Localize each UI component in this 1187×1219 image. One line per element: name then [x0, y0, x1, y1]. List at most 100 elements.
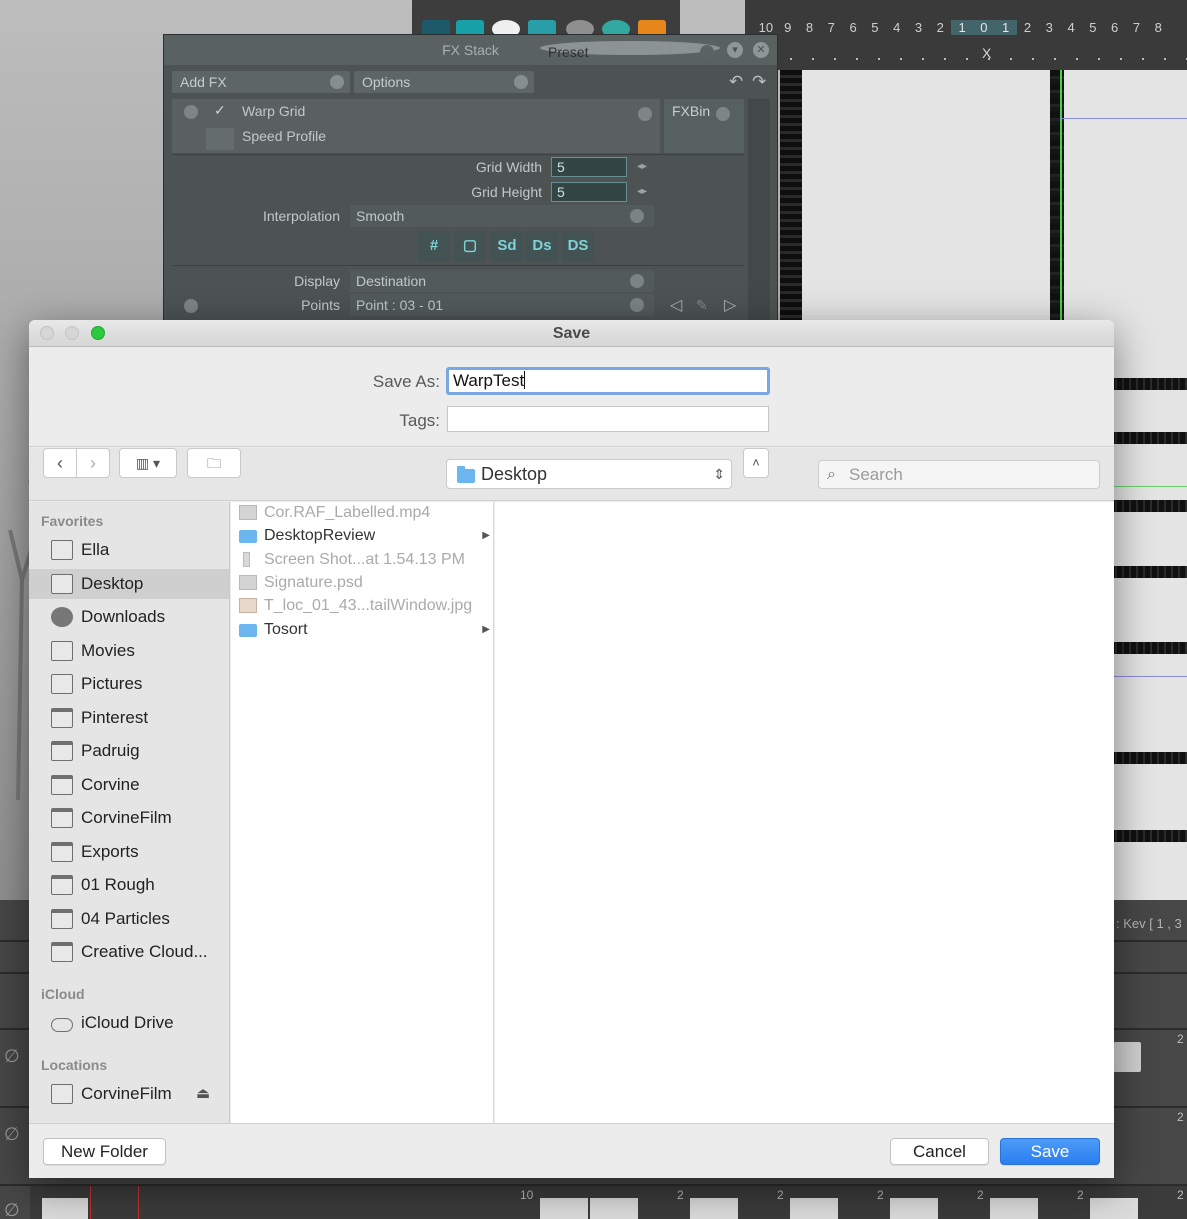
frame-cell[interactable] — [790, 1198, 838, 1219]
search-field[interactable]: ⌕ Search — [818, 460, 1100, 489]
grid-height-stepper[interactable]: ◂▸ — [637, 186, 647, 197]
sidebar-item-pinterest[interactable]: Pinterest — [29, 703, 229, 733]
frame-cell[interactable] — [42, 1198, 88, 1219]
sidebar-item-creative-cloud[interactable]: Creative Cloud... — [29, 937, 229, 967]
updown-chevron-icon: ⇕ — [713, 466, 725, 482]
frame-cell[interactable] — [890, 1198, 938, 1219]
sidebar-item-ella[interactable]: Ella — [29, 535, 229, 565]
fxbin-dropdown[interactable]: FXBin — [664, 99, 744, 153]
bounding-box-tool-icon[interactable]: ▢ — [454, 231, 486, 261]
chevron-down-icon[interactable] — [638, 107, 652, 121]
folder-item[interactable]: Tosort ▶ — [231, 618, 494, 641]
chevron-down-icon — [630, 298, 644, 312]
effect-speed-profile[interactable]: Speed Profile — [242, 128, 326, 144]
remove-point-icon[interactable] — [184, 299, 198, 313]
divider — [172, 154, 744, 155]
wrench-icon[interactable]: ✎ — [696, 297, 708, 314]
save-as-input[interactable]: WarpTest — [446, 367, 770, 395]
sidebar-item-04-particles[interactable]: 04 Particles — [29, 904, 229, 934]
fx-stack-panel: FX Stack ▾ ✕ Add FX Options Preset ↶ ↷ ✓… — [163, 34, 778, 325]
keyframe-thumbnail[interactable] — [1113, 1042, 1141, 1072]
close-icon[interactable]: ✕ — [753, 42, 769, 58]
sidebar-item-downloads[interactable]: Downloads — [29, 602, 229, 632]
options-dropdown[interactable]: Options — [354, 71, 534, 93]
new-folder-icon[interactable]: 🗀 — [187, 448, 241, 478]
effect-warp-grid[interactable]: Warp Grid — [242, 103, 305, 119]
save-button[interactable]: Save — [1000, 1138, 1100, 1165]
file-item[interactable]: Signature.psd — [231, 571, 494, 594]
eject-icon[interactable]: ⏏ — [196, 1079, 210, 1109]
save-dialog: Save Save As: WarpTest Tags: ‹ › ▥ ▾ 🗀 D… — [29, 320, 1114, 1178]
add-fx-dropdown[interactable]: Add FX — [172, 71, 350, 93]
folder-icon — [51, 741, 73, 761]
interpolation-dropdown[interactable]: Smooth — [350, 205, 654, 227]
camera-icon — [51, 674, 73, 694]
ruler-number: 8 — [1154, 20, 1162, 35]
grid-width-input[interactable]: 5 — [551, 157, 627, 177]
sidebar-item-exports[interactable]: Exports — [29, 837, 229, 867]
sidebar-item-padruig[interactable]: Padruig — [29, 736, 229, 766]
canvas-stroke — [1110, 830, 1187, 842]
view-mode-button[interactable]: ▥ ▾ — [119, 448, 177, 478]
file-name: T_loc_01_43...tailWindow.jpg — [264, 597, 473, 615]
collapse-icon[interactable]: ▾ — [727, 42, 743, 58]
dialog-footer: New Folder Cancel Save — [29, 1123, 1114, 1178]
track-visibility-icon[interactable]: ∅ — [4, 1124, 20, 1145]
sidebar-item-movies[interactable]: Movies — [29, 636, 229, 666]
frame-cell[interactable] — [1090, 1198, 1138, 1219]
checkmark-icon[interactable]: ✓ — [214, 102, 226, 119]
fxbin-label: FXBin — [672, 103, 711, 119]
redo-icon[interactable]: ↷ — [752, 72, 766, 92]
track-visibility-icon[interactable]: ∅ — [4, 1046, 20, 1067]
sidebar-item-label: Downloads — [81, 607, 166, 626]
location-popup[interactable]: Desktop ⇕ — [446, 459, 732, 489]
collapse-browser-button[interactable]: ˄ — [743, 448, 769, 478]
new-folder-button[interactable]: New Folder — [43, 1138, 166, 1165]
dialog-title: Save — [552, 325, 591, 342]
file-name: Tosort — [264, 620, 308, 638]
sidebar-item-desktop[interactable]: Desktop — [29, 568, 229, 599]
sidebar-item-label: Pictures — [81, 674, 143, 693]
tags-input[interactable] — [447, 406, 769, 432]
playhead-marker[interactable] — [90, 1186, 91, 1219]
warp-guide-line — [1060, 70, 1062, 320]
folder-icon — [239, 623, 257, 637]
source-destination-tool[interactable]: Sd — [491, 231, 523, 261]
prev-point-icon[interactable]: ◁ — [670, 295, 682, 315]
next-point-icon[interactable]: ▷ — [724, 295, 736, 315]
frame-cell[interactable] — [590, 1198, 638, 1219]
folder-item[interactable]: DesktopReview ▶ — [231, 524, 494, 547]
frame-cell[interactable] — [690, 1198, 738, 1219]
remove-effect-icon[interactable] — [184, 105, 198, 119]
effect-checkbox[interactable] — [206, 128, 234, 150]
file-item[interactable]: Cor.RAF_Labelled.mp4 — [231, 501, 494, 524]
sidebar-item-corvinefilm[interactable]: CorvineFilm ⏏ — [29, 1079, 229, 1109]
sidebar-item-pictures[interactable]: Pictures — [29, 669, 229, 699]
display-dropdown[interactable]: Destination — [350, 270, 654, 292]
file-item[interactable]: Screen Shot...at 1.54.13 PM — [231, 548, 494, 571]
ds-swap-tool[interactable]: DS — [562, 231, 594, 261]
sidebar-item-corvinefilm[interactable]: CorvineFilm — [29, 803, 229, 833]
sidebar-item-corvine[interactable]: Corvine — [29, 770, 229, 800]
frame-cell[interactable] — [990, 1198, 1038, 1219]
warp-grid-tool-icon[interactable]: # — [418, 231, 450, 261]
grid-height-input[interactable]: 5 — [551, 182, 627, 202]
sidebar-item-01-rough[interactable]: 01 Rough — [29, 870, 229, 900]
destination-source-tool[interactable]: Ds — [526, 231, 558, 261]
forward-button[interactable]: › — [76, 448, 110, 478]
preset-dropdown[interactable]: Preset — [540, 41, 720, 60]
sidebar-item-icloud-drive[interactable]: iCloud Drive — [29, 1008, 229, 1038]
track-visibility-icon[interactable]: ∅ — [4, 1200, 20, 1219]
playhead-marker[interactable] — [138, 1186, 139, 1219]
disclosure-arrow-icon: ▶ — [482, 530, 490, 542]
fx-scrollbar[interactable] — [748, 99, 770, 325]
cancel-button[interactable]: Cancel — [890, 1138, 989, 1165]
file-item[interactable]: T_loc_01_43...tailWindow.jpg — [231, 594, 494, 617]
grid-width-stepper[interactable]: ◂▸ — [637, 161, 647, 172]
folder-icon — [51, 942, 73, 962]
back-button[interactable]: ‹ — [43, 448, 77, 478]
undo-icon[interactable]: ↶ — [729, 72, 743, 92]
points-dropdown[interactable]: Point : 03 - 01 — [350, 294, 654, 316]
ruler-number: 4 — [893, 20, 901, 35]
frame-cell[interactable] — [540, 1198, 588, 1219]
